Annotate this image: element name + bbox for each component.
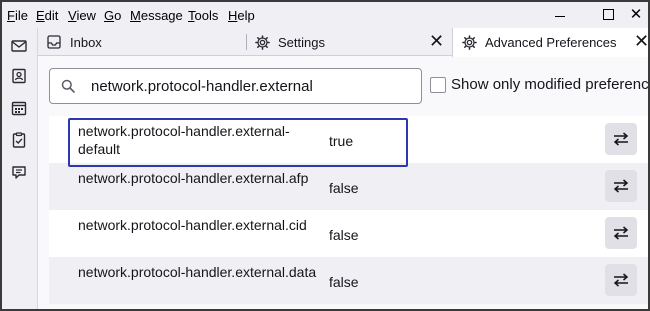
chat-icon[interactable] — [11, 164, 27, 180]
tab-inbox-label: Inbox — [70, 34, 102, 50]
menu-go-mnemonic: G — [104, 8, 115, 23]
menu-edit-mnemonic: E — [36, 8, 45, 23]
maximize-icon[interactable] — [600, 6, 616, 22]
mail-icon[interactable] — [11, 38, 27, 54]
pref-value: false — [329, 227, 359, 243]
pref-value: false — [329, 180, 359, 196]
toggle-button[interactable] — [605, 123, 637, 155]
gear-icon — [461, 35, 477, 51]
toggle-button[interactable] — [605, 264, 637, 296]
pref-value: false — [329, 274, 359, 290]
close-settings-tab-icon[interactable]: ✕ — [429, 31, 444, 52]
menu-help-mnemonic: H — [228, 8, 238, 23]
tab-settings[interactable]: Settings ✕ — [254, 28, 454, 56]
advanced-preferences-panel: network.protocol-handler.external Show o… — [39, 57, 650, 309]
close-advanced-tab-icon[interactable]: ✕ — [634, 31, 648, 52]
tab-advanced-preferences[interactable]: Advanced Preferences ✕ — [452, 28, 648, 57]
toggle-icon — [613, 226, 629, 240]
calendar-icon[interactable] — [11, 100, 27, 116]
menu-help[interactable]: Help — [228, 8, 255, 23]
pref-name: network.protocol-handler.external.cid — [78, 217, 307, 233]
pref-value: true — [329, 133, 354, 149]
preferences-table: network.protocol-handler.external-defaul… — [49, 116, 648, 309]
toggle-icon — [613, 132, 629, 146]
tab-advanced-preferences-label: Advanced Preferences — [485, 35, 617, 50]
pref-name: network.protocol-handler.external.data — [78, 264, 317, 280]
search-input-value: network.protocol-handler.external — [91, 78, 313, 95]
toggle-button[interactable] — [605, 170, 637, 202]
show-modified-checkbox[interactable] — [430, 77, 446, 93]
menu-message-label: essage — [140, 8, 183, 23]
pref-name: network.protocol-handler.external-defaul… — [78, 123, 290, 157]
menu-message[interactable]: Message — [130, 8, 183, 23]
inbox-icon — [46, 34, 62, 50]
table-row[interactable]: network.protocol-handler.external.cid fa… — [49, 210, 648, 257]
menu-file-label: ile — [14, 8, 28, 23]
menu-message-mnemonic: M — [130, 8, 141, 23]
menu-tools[interactable]: Tools — [188, 8, 218, 23]
menu-file-mnemonic: F — [7, 8, 15, 23]
minimize-icon[interactable] — [552, 6, 568, 22]
menu-tools-label: ools — [194, 8, 219, 23]
app-window: File Edit View Go Message Tools Help ✕ I… — [0, 0, 650, 311]
toggle-icon — [613, 273, 629, 287]
pref-name: network.protocol-handler.external.afp — [78, 170, 309, 186]
table-row[interactable]: network.protocol-handler.external-defaul… — [49, 116, 648, 163]
search-input[interactable]: network.protocol-handler.external — [49, 68, 422, 104]
tab-bar: Inbox Settings ✕ Advanced Preferences ✕ — [38, 28, 648, 57]
tab-inbox[interactable]: Inbox — [46, 28, 246, 56]
gear-icon — [254, 34, 270, 50]
menu-go-label: o — [114, 8, 122, 23]
tab-settings-label: Settings — [278, 34, 325, 50]
table-row[interactable]: network.protocol-handler.external.afp fa… — [49, 163, 648, 210]
tasks-icon[interactable] — [11, 132, 27, 148]
menu-go[interactable]: Go — [104, 8, 121, 23]
search-icon — [61, 79, 75, 93]
address-book-icon[interactable] — [11, 68, 27, 84]
menu-view-label: iew — [76, 8, 96, 23]
menu-edit-label: dit — [44, 8, 59, 23]
tab-divider — [246, 34, 247, 50]
menu-help-label: elp — [237, 8, 255, 23]
menu-view[interactable]: View — [68, 8, 96, 23]
window-close-icon[interactable]: ✕ — [628, 6, 644, 23]
menu-bar: File Edit View Go Message Tools Help ✕ — [2, 2, 648, 28]
toggle-button[interactable] — [605, 217, 637, 249]
table-row[interactable]: network.protocol-handler.external.data f… — [49, 257, 648, 304]
toggle-icon — [613, 179, 629, 193]
show-modified-label: Show only modified preferences — [451, 76, 650, 93]
spaces-toolbar — [2, 28, 38, 309]
menu-edit[interactable]: Edit — [36, 8, 58, 23]
menu-file[interactable]: File — [7, 8, 28, 23]
